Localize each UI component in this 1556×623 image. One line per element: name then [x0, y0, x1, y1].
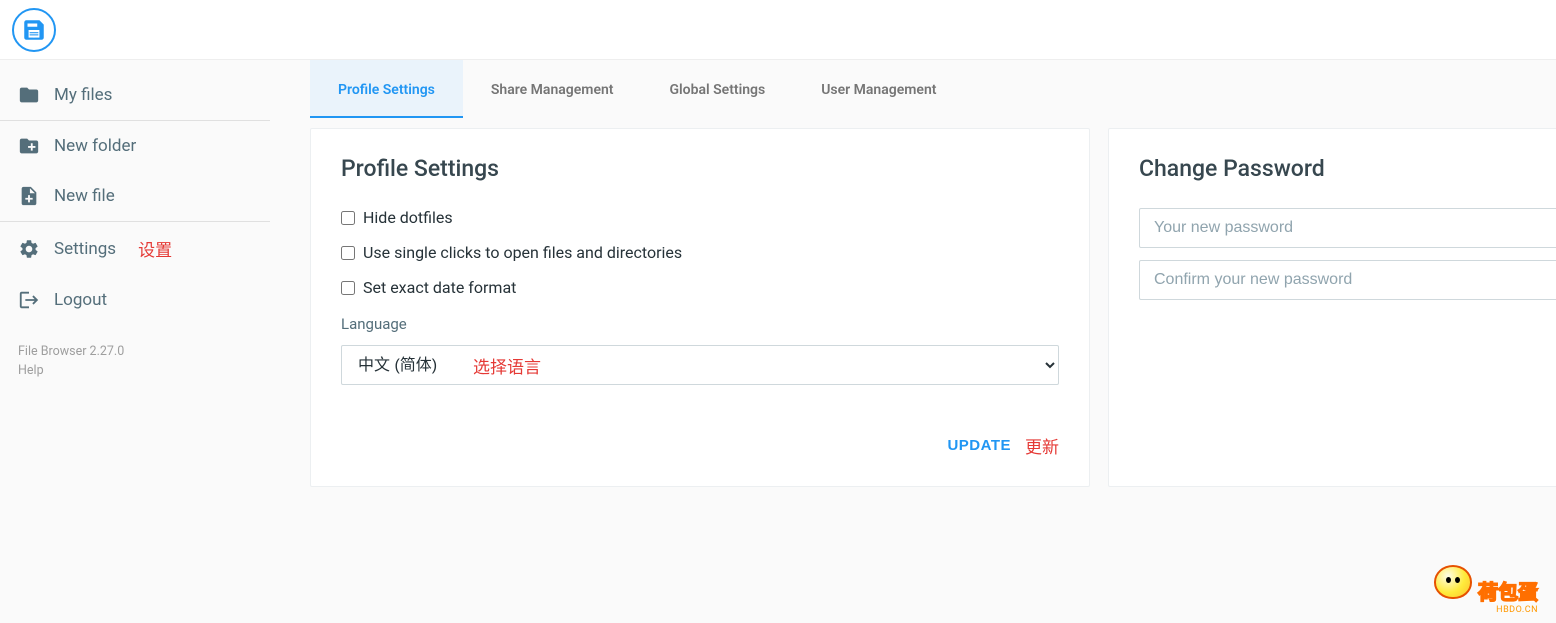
- language-select[interactable]: 中文 (简体): [341, 345, 1059, 385]
- sidebar-label: My files: [54, 85, 112, 105]
- tab-profile-settings[interactable]: Profile Settings: [310, 60, 463, 118]
- profile-settings-card: Profile Settings Hide dotfiles Use singl…: [310, 128, 1090, 487]
- profile-settings-title: Profile Settings: [341, 155, 1059, 182]
- folder-plus-icon: [18, 135, 40, 157]
- language-label: Language: [341, 315, 1059, 333]
- app-logo[interactable]: [12, 8, 56, 52]
- hide-dotfiles-label: Hide dotfiles: [363, 208, 453, 227]
- save-disk-icon: [21, 17, 47, 43]
- file-plus-icon: [18, 185, 40, 207]
- sidebar-footer: File Browser 2.27.0 Help: [0, 325, 270, 399]
- sidebar-item-settings[interactable]: Settings 设置: [0, 222, 270, 275]
- watermark-main: 荷包蛋: [1478, 576, 1538, 605]
- exact-date-row[interactable]: Set exact date format: [341, 278, 1059, 297]
- sidebar-label: New file: [54, 186, 115, 206]
- sidebar-item-new-file[interactable]: New file: [0, 171, 270, 221]
- settings-tabs: Profile Settings Share Management Global…: [270, 60, 1556, 118]
- exact-date-checkbox[interactable]: [341, 281, 355, 295]
- update-button[interactable]: UPDATE: [947, 433, 1011, 458]
- single-click-checkbox[interactable]: [341, 246, 355, 260]
- logout-icon: [18, 289, 40, 311]
- sidebar-item-my-files[interactable]: My files: [0, 70, 270, 120]
- app-version: File Browser 2.27.0: [18, 343, 252, 362]
- watermark-sub: HBDO.CN: [1434, 605, 1538, 615]
- single-click-row[interactable]: Use single clicks to open files and dire…: [341, 243, 1059, 262]
- main-content: Profile Settings Share Management Global…: [270, 60, 1556, 623]
- gear-icon: [18, 238, 40, 260]
- exact-date-label: Set exact date format: [363, 278, 516, 297]
- single-click-label: Use single clicks to open files and dire…: [363, 243, 682, 262]
- folder-icon: [18, 84, 40, 106]
- sidebar: My files New folder New file Settings 设置…: [0, 60, 270, 623]
- sidebar-label: New folder: [54, 136, 136, 156]
- hide-dotfiles-row[interactable]: Hide dotfiles: [341, 208, 1059, 227]
- update-annotation: 更新: [1025, 433, 1059, 458]
- top-header: [0, 0, 1556, 60]
- tab-share-management[interactable]: Share Management: [463, 60, 642, 118]
- help-link[interactable]: Help: [18, 362, 252, 381]
- confirm-password-input[interactable]: [1139, 260, 1556, 300]
- egg-face-icon: [1434, 565, 1472, 599]
- new-password-input[interactable]: [1139, 208, 1556, 248]
- tab-user-management[interactable]: User Management: [793, 60, 964, 118]
- tab-global-settings[interactable]: Global Settings: [642, 60, 794, 118]
- change-password-title: Change Password: [1139, 155, 1556, 182]
- hide-dotfiles-checkbox[interactable]: [341, 211, 355, 225]
- sidebar-label: Logout: [54, 290, 107, 310]
- sidebar-item-logout[interactable]: Logout: [0, 275, 270, 325]
- sidebar-item-new-folder[interactable]: New folder: [0, 121, 270, 171]
- change-password-card: Change Password: [1108, 128, 1556, 487]
- sidebar-label: Settings: [54, 239, 116, 259]
- watermark: 荷包蛋 HBDO.CN: [1434, 565, 1538, 615]
- settings-annotation: 设置: [138, 236, 172, 261]
